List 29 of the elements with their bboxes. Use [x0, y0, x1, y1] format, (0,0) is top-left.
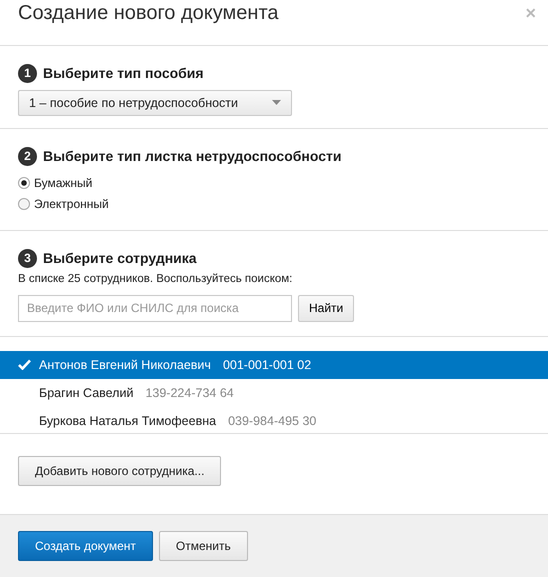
step-title: Выберите тип листка нетрудоспособности	[43, 148, 342, 164]
employee-name: Антонов Евгений Николаевич	[39, 358, 211, 372]
cancel-button[interactable]: Отменить	[158, 531, 248, 562]
employee-snils: 001-001-001 02	[222, 358, 312, 372]
radio-button[interactable]	[18, 198, 30, 210]
add-employee-button[interactable]: Добавить нового сотрудника...	[18, 456, 222, 486]
step-number: 1	[18, 64, 37, 83]
create-button[interactable]: Создать документ	[18, 531, 153, 562]
employee-row[interactable]: Брагин Савелий 139-224-734 64	[0, 378, 548, 407]
search-field[interactable]: Введите ФИО или СНИЛС для поиска	[18, 294, 292, 322]
radio-label: Бумажный	[34, 176, 92, 190]
find-button[interactable]: Найти	[298, 294, 354, 322]
step-number: 3	[18, 248, 37, 268]
employee-name: Брагин Савелий	[39, 386, 134, 400]
step-title: Выберите сотрудника	[43, 250, 197, 266]
dialog-title: Создание нового документа	[18, 2, 279, 25]
employee-snils: 139-224-734 64	[145, 386, 234, 400]
radio-button[interactable]	[18, 177, 30, 190]
employee-row[interactable]: Антонов Евгений Николаевич 001-001-001 02	[0, 350, 548, 379]
benefit-type-dropdown[interactable]: 1 – пособие по нетрудоспособности	[18, 90, 292, 116]
employee-name: Буркова Наталья Тимофеевна	[39, 414, 216, 428]
checkmark-icon	[18, 359, 31, 370]
employee-snils: 039-984-495 30	[228, 414, 316, 428]
hint-text: В списке 25 сотрудников. Воспользуйтесь поиском:	[18, 272, 294, 285]
step-number: 2	[18, 146, 37, 166]
employee-row[interactable]: Буркова Наталья Тимофеевна 039-984-495 30	[0, 406, 548, 435]
caret-icon	[272, 100, 281, 106]
step-title: Выберите тип пособия	[43, 65, 204, 82]
radio-label: Электронный	[34, 197, 109, 212]
